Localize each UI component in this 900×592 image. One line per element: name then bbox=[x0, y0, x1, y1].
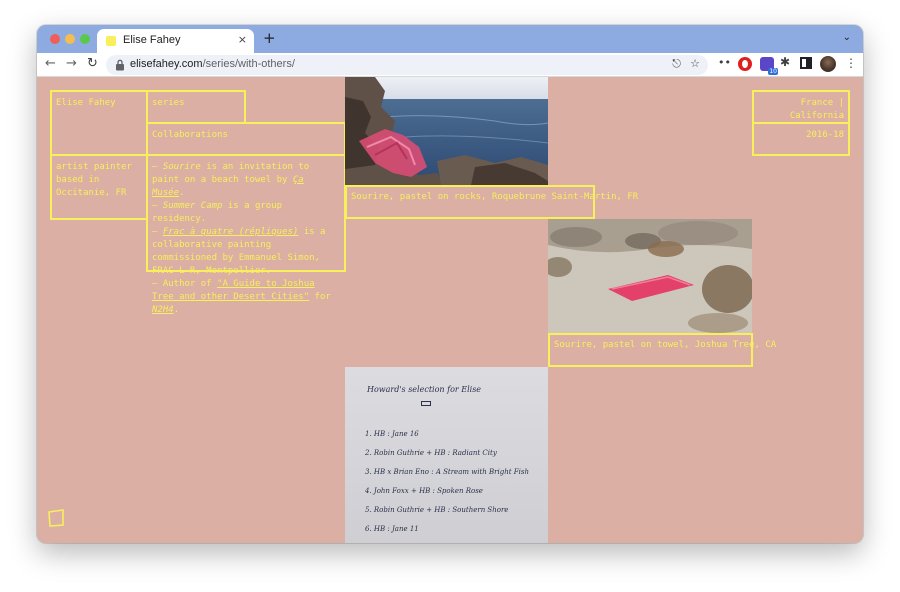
letter-list: 1. HB : Jane 16 2. Robin Guthrie + HB : … bbox=[365, 425, 529, 539]
summer-camp-title: Summer Camp bbox=[162, 201, 223, 211]
artist-bio: artist painter based in Occitanie, FR bbox=[56, 162, 132, 198]
package-extension-icon[interactable]: 10 bbox=[760, 57, 778, 75]
tab-search-chevron-icon[interactable]: ⌄ bbox=[843, 32, 851, 43]
extensions-puzzle-icon[interactable]: ✱ bbox=[780, 55, 794, 69]
tab-close-icon[interactable]: × bbox=[238, 33, 247, 46]
description-line-4: — Author of "A Guide to Joshua Tree and … bbox=[152, 278, 340, 317]
photo-rocks-towel[interactable] bbox=[345, 77, 548, 185]
rocks-photo-image bbox=[345, 77, 548, 185]
period: . bbox=[173, 305, 180, 315]
letter-item: 2. Robin Guthrie + HB : Radiant City bbox=[365, 449, 497, 457]
years-text: 2016-18 bbox=[806, 130, 844, 140]
letter-heading: Howard's selection for Elise bbox=[367, 385, 482, 394]
caption-desert: Sourire, pastel on towel, Joshua Tree, C… bbox=[548, 333, 776, 367]
period: . bbox=[179, 188, 185, 198]
forward-arrow-icon[interactable]: → bbox=[66, 56, 77, 71]
favicon-icon bbox=[106, 36, 116, 46]
bio-cell: artist painter based in Occitanie, FR bbox=[50, 154, 148, 220]
side-panel-icon[interactable] bbox=[800, 57, 812, 69]
minimize-window-button[interactable] bbox=[65, 34, 75, 44]
letter-item: 3. HB x Brian Eno : A Stream with Bright… bbox=[365, 468, 529, 476]
browser-menu-icon[interactable]: ⋮ bbox=[845, 56, 857, 70]
dash: — bbox=[152, 201, 163, 211]
tab-strip: Elise Fahey × + ⌄ bbox=[37, 25, 863, 53]
photo-handwritten-list[interactable]: Howard's selection for Elise 1. HB : Jan… bbox=[345, 367, 548, 543]
browser-window: Elise Fahey × + ⌄ ← → ↻ elisefahey.com/s… bbox=[37, 25, 863, 543]
url-path: /series/with-others/ bbox=[202, 58, 295, 70]
letter-item: 4. John Foxx + HB : Spoken Rose bbox=[365, 487, 483, 495]
back-arrow-icon[interactable]: ← bbox=[45, 56, 56, 71]
sourire-title: Sourire bbox=[162, 162, 201, 172]
n2h4-link[interactable]: N2H4 bbox=[152, 305, 174, 315]
opera-extension-icon[interactable] bbox=[738, 57, 752, 71]
address-bar[interactable]: elisefahey.com/series/with-others/ ⎋ ☆ bbox=[106, 55, 708, 75]
browser-toolbar: ← → ↻ elisefahey.com/series/with-others/… bbox=[37, 53, 863, 77]
letter-item: 5. Robin Guthrie + HB : Southern Shore bbox=[365, 506, 509, 514]
photo-desert-towel[interactable] bbox=[548, 219, 752, 333]
section-title-cell: Collaborations bbox=[146, 122, 346, 156]
description-cell: — Sourire is an invitation to paint on a… bbox=[146, 154, 346, 315]
close-window-button[interactable] bbox=[50, 34, 60, 44]
url-host: elisefahey.com bbox=[130, 58, 203, 70]
series-nav-link[interactable]: series bbox=[152, 97, 240, 110]
lock-icon bbox=[116, 59, 124, 71]
dash: — bbox=[152, 162, 163, 172]
caption-rocks-text: Sourire, pastel on rocks, Roquebrune Sai… bbox=[351, 192, 639, 202]
tab-title: Elise Fahey bbox=[123, 34, 181, 46]
desert-photo-image bbox=[548, 219, 752, 333]
letter-underline-box bbox=[421, 401, 431, 406]
dash: — Author of bbox=[152, 279, 218, 289]
section-title: Collaborations bbox=[152, 130, 228, 140]
location-cell: France | California bbox=[752, 90, 850, 124]
description-line-1: — Sourire is an invitation to paint on a… bbox=[152, 161, 340, 200]
description-line-3: — Frac à quatre (répliques) is a collabo… bbox=[152, 226, 340, 278]
frac-link[interactable]: Frac à quatre (répliques) bbox=[163, 227, 298, 237]
years-cell: 2016-18 bbox=[752, 122, 850, 156]
caption-desert-text: Sourire, pastel on towel, Joshua Tree, C… bbox=[554, 340, 777, 350]
new-tab-button[interactable]: + bbox=[263, 29, 276, 47]
letter-item: 1. HB : Jane 16 bbox=[365, 430, 419, 438]
profile-avatar[interactable] bbox=[820, 56, 836, 72]
extension-badge: 10 bbox=[768, 68, 778, 75]
series-nav-cell[interactable]: series bbox=[146, 90, 246, 124]
web-page: Elise Fahey artist painter based in Occi… bbox=[37, 77, 863, 543]
url-text[interactable]: elisefahey.com/series/with-others/ bbox=[130, 58, 295, 70]
site-logo-icon[interactable] bbox=[47, 509, 65, 527]
zoom-window-button[interactable] bbox=[80, 34, 90, 44]
browser-tab[interactable]: Elise Fahey × bbox=[97, 29, 254, 53]
bookmark-star-icon[interactable]: ☆ bbox=[690, 57, 700, 70]
reload-icon[interactable]: ↻ bbox=[87, 56, 98, 71]
site-name-cell[interactable]: Elise Fahey bbox=[50, 90, 148, 156]
description-text: for bbox=[309, 292, 331, 302]
location-text: France | California bbox=[789, 98, 844, 121]
dash: — bbox=[152, 227, 163, 237]
share-icon[interactable]: ⎋ bbox=[672, 57, 681, 71]
caption-rocks: Sourire, pastel on rocks, Roquebrune Sai… bbox=[345, 185, 638, 219]
description-line-2: — Summer Camp is a group residency. bbox=[152, 200, 340, 226]
letter-item: 6. HB : Jane 11 bbox=[365, 525, 419, 533]
site-name[interactable]: Elise Fahey bbox=[56, 97, 142, 110]
extension-arrows-icon[interactable]: •• bbox=[718, 56, 732, 70]
